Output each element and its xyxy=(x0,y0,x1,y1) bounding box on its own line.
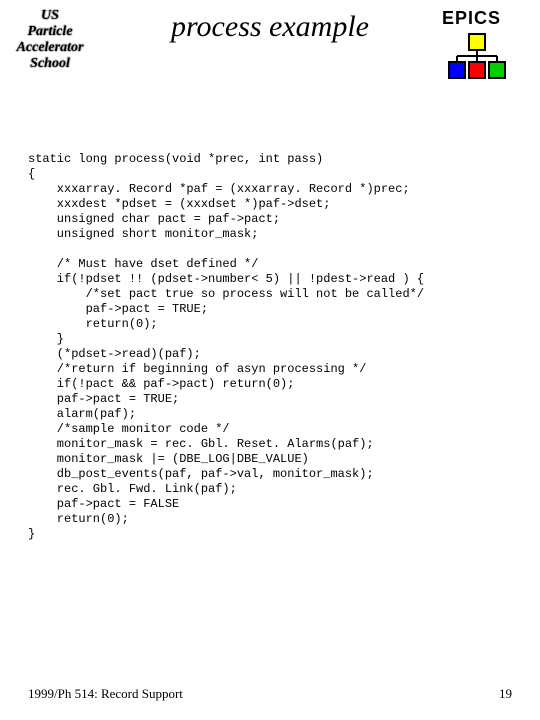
uspas-logo-line1: US xyxy=(10,8,90,24)
footer-page-number: 19 xyxy=(499,686,512,702)
uspas-logo: US Particle Accelerator School xyxy=(10,8,90,72)
footer: 1999/Ph 514: Record Support 19 xyxy=(28,686,512,702)
epics-diagram-icon xyxy=(442,33,512,83)
uspas-logo-line4: School xyxy=(10,56,90,72)
epics-box-blue xyxy=(448,61,466,79)
epics-logo: EPICS xyxy=(442,8,522,83)
footer-left: 1999/Ph 514: Record Support xyxy=(28,686,183,701)
uspas-logo-line2: Particle xyxy=(10,24,90,40)
epics-box-green xyxy=(488,61,506,79)
slide: US Particle Accelerator School process e… xyxy=(0,0,540,720)
slide-title: process example xyxy=(100,10,440,44)
uspas-logo-line3: Accelerator xyxy=(10,40,90,56)
code-block: static long process(void *prec, int pass… xyxy=(28,152,520,542)
epics-box-red xyxy=(468,61,486,79)
epics-box-yellow xyxy=(468,33,486,51)
epics-label: EPICS xyxy=(442,8,522,29)
header: US Particle Accelerator School process e… xyxy=(0,0,540,110)
